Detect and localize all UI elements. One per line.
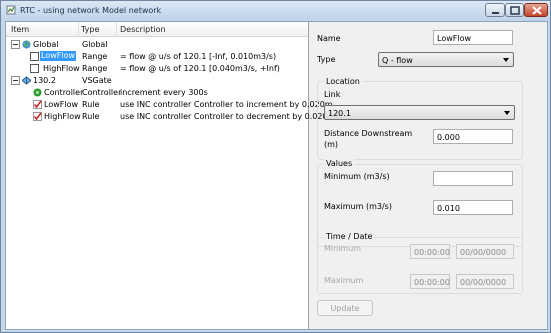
chevron-down-icon bbox=[504, 111, 510, 115]
title-bar[interactable]: RTC - using network Model network bbox=[1, 1, 550, 21]
time-minimum-label: Minimum bbox=[324, 244, 362, 253]
minimum-time-field[interactable]: 00:00:00 bbox=[410, 244, 450, 259]
type-select-value: Q - flow bbox=[382, 56, 413, 65]
tree-description: use INC controller Controller to increme… bbox=[120, 100, 333, 109]
gate-icon bbox=[22, 76, 31, 85]
tree-item-label: HighFlow bbox=[43, 64, 80, 73]
tree-description: = flow @ u/s of 120.1 [0.040m3/s, +Inf) bbox=[120, 64, 280, 73]
check-mark-icon bbox=[33, 100, 42, 109]
globe-icon bbox=[22, 40, 31, 49]
column-header-item[interactable]: Item bbox=[11, 25, 29, 34]
tree-description: = flow @ u/s of 120.1 [-Inf, 0.010m3/s) bbox=[120, 52, 277, 61]
tree-item-label: 130.2 bbox=[33, 76, 56, 85]
maximum-field[interactable]: 0.010 bbox=[433, 200, 513, 215]
rtc-app-icon bbox=[6, 5, 16, 15]
minimum-label: Minimum (m3/s) bbox=[324, 172, 390, 181]
tree-item-label: HighFlow bbox=[44, 112, 81, 121]
tree-row-highflow-range[interactable]: HighFlow Range = flow @ u/s of 120.1 [0.… bbox=[6, 63, 308, 74]
column-header-description[interactable]: Description bbox=[120, 25, 166, 34]
link-select-value: 120.1 bbox=[328, 109, 351, 118]
distance-unit-label: (m) bbox=[324, 140, 339, 149]
minimize-button[interactable] bbox=[485, 3, 505, 17]
location-group bbox=[317, 81, 523, 160]
minimum-date-field[interactable]: 00/00/0000 bbox=[456, 244, 514, 259]
update-button[interactable]: Update bbox=[317, 300, 373, 316]
tree-row-lowflow-range[interactable]: LowFlow Range = flow @ u/s of 120.1 [-In… bbox=[6, 51, 308, 62]
link-label: Link bbox=[324, 90, 341, 99]
values-group-title: Values bbox=[324, 159, 355, 168]
tree-description: use INC controller Controller to decreme… bbox=[120, 112, 336, 121]
tree-row-global[interactable]: Global Global bbox=[6, 39, 308, 50]
check-mark-icon bbox=[33, 112, 42, 121]
tree-item-label: LowFlow bbox=[44, 100, 79, 109]
tree-type-label: Global bbox=[82, 40, 108, 49]
tree-item-label: Global bbox=[33, 40, 59, 49]
properties-panel: Name LowFlow Type Q - flow Location Link… bbox=[310, 22, 547, 329]
tree-type-label: Rule bbox=[82, 112, 100, 121]
tree-item-label: LowFlow bbox=[40, 51, 77, 61]
maximum-label: Maximum (m3/s) bbox=[324, 202, 392, 211]
time-maximum-label: Maximum bbox=[324, 276, 364, 285]
rtc-tree[interactable]: Item Type Description Global Global LowF… bbox=[6, 22, 335, 329]
close-icon bbox=[532, 6, 542, 15]
tree-row-gate[interactable]: 130.2 VSGate bbox=[6, 75, 308, 86]
minus-box-icon[interactable] bbox=[11, 76, 20, 85]
close-button[interactable] bbox=[524, 3, 548, 17]
maximum-time-field[interactable]: 00:00:00 bbox=[410, 274, 450, 289]
maximum-date-field[interactable]: 00/00/0000 bbox=[456, 274, 514, 289]
link-select[interactable]: 120.1 bbox=[324, 105, 515, 120]
client-area: Item Type Description Global Global LowF… bbox=[5, 21, 548, 330]
type-label: Type bbox=[317, 55, 336, 64]
tree-type-label: Range bbox=[82, 52, 108, 61]
type-select[interactable]: Q - flow bbox=[378, 52, 514, 67]
tree-row-lowflow-rule[interactable]: LowFlow Rule use INC controller Controll… bbox=[6, 99, 333, 110]
column-divider[interactable] bbox=[78, 22, 79, 36]
range-box-icon bbox=[30, 52, 39, 61]
tree-row-controller[interactable]: Controller Controller increment every 30… bbox=[6, 87, 308, 98]
minimum-field[interactable] bbox=[433, 171, 513, 186]
maximize-icon bbox=[510, 6, 520, 15]
window-title: RTC - using network Model network bbox=[20, 6, 162, 15]
time-date-group-title: Time / Date bbox=[324, 232, 375, 241]
maximize-button[interactable] bbox=[505, 3, 524, 17]
chevron-down-icon bbox=[503, 58, 509, 62]
green-circle-icon bbox=[33, 88, 42, 97]
distance-label: Distance Downstream bbox=[324, 129, 413, 138]
minus-box-icon[interactable] bbox=[11, 40, 20, 49]
column-divider[interactable] bbox=[116, 22, 117, 36]
range-box-icon bbox=[30, 64, 39, 73]
tree-type-label: Rule bbox=[82, 100, 100, 109]
rtc-window: RTC - using network Model network Item T… bbox=[0, 0, 551, 333]
tree-row-highflow-rule[interactable]: HighFlow Rule use INC controller Control… bbox=[6, 111, 335, 122]
tree-description: increment every 300s bbox=[120, 88, 208, 97]
minimize-icon bbox=[492, 12, 499, 14]
tree-type-label: Controller bbox=[82, 88, 122, 97]
tree-type-label: Range bbox=[82, 64, 108, 73]
tree-type-label: VSGate bbox=[82, 76, 112, 85]
column-header-type[interactable]: Type bbox=[81, 25, 99, 34]
name-field[interactable]: LowFlow bbox=[433, 30, 513, 45]
tree-header: Item Type Description bbox=[6, 22, 308, 37]
location-group-title: Location bbox=[324, 77, 362, 86]
name-label: Name bbox=[317, 34, 341, 43]
distance-field[interactable]: 0.000 bbox=[433, 129, 513, 144]
tree-item-label: Controller bbox=[44, 88, 84, 97]
